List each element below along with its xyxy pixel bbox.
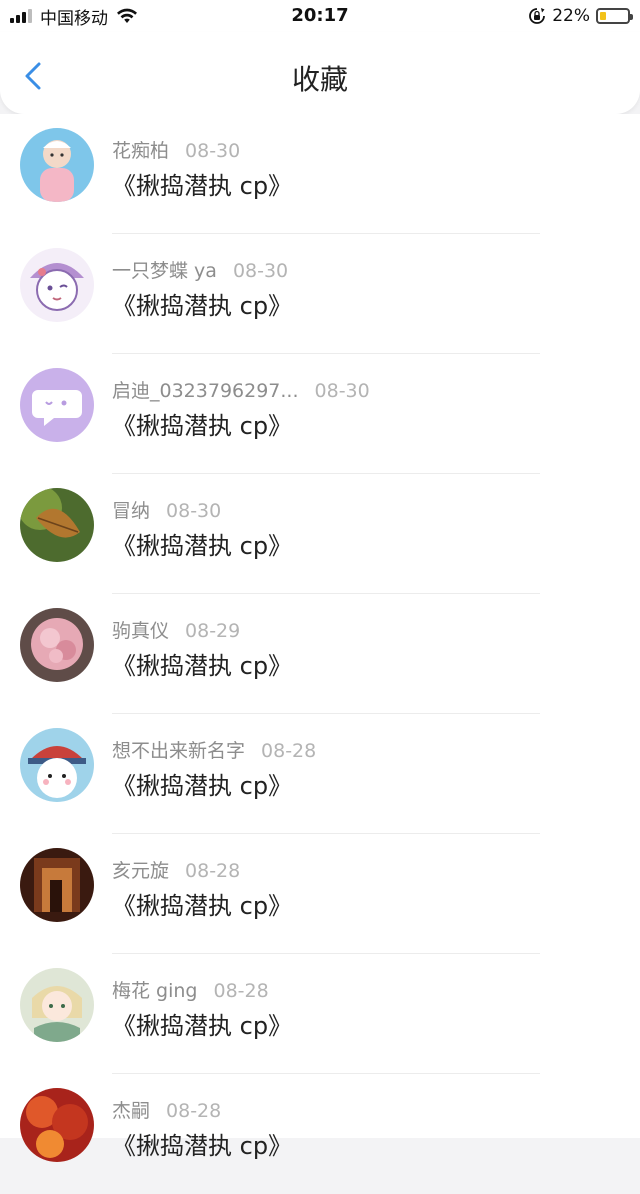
item-meta: 启迪_0323796297... 08-30 — [112, 376, 370, 403]
item-date: 08-29 — [185, 620, 241, 642]
list-item[interactable]: 花痴柏 08-30 《揪捣潜执 cp》 — [0, 114, 640, 234]
favorites-list: 花痴柏 08-30 《揪捣潜执 cp》 一只梦蝶 ya 08-30 《揪捣潜执 cp… — [0, 114, 640, 1162]
list-item[interactable]: 杰嗣 08-28 《揪捣潜执 cp》 — [0, 1074, 640, 1194]
list-item[interactable]: 一只梦蝶 ya 08-30 《揪捣潜执 cp》 — [0, 234, 640, 354]
item-meta: 冒纳 08-30 — [112, 496, 221, 523]
item-title: 《揪捣潜执 cp》 — [112, 292, 293, 320]
item-title: 《揪捣潜执 cp》 — [112, 172, 293, 200]
list-item[interactable]: 启迪_0323796297... 08-30 《揪捣潜执 cp》 — [0, 354, 640, 474]
battery-percent: 22% — [552, 6, 590, 26]
list-item[interactable]: 驹真仪 08-29 《揪捣潜执 cp》 — [0, 594, 640, 714]
item-title: 《揪捣潜执 cp》 — [112, 772, 293, 800]
item-meta: 想不出来新名字 08-28 — [112, 736, 316, 763]
item-date: 08-28 — [166, 1100, 222, 1122]
nav-bar: 收藏 — [0, 32, 640, 114]
avatar[interactable] — [20, 608, 94, 682]
item-date: 08-28 — [213, 980, 269, 1002]
avatar[interactable] — [20, 968, 94, 1042]
user-name: 杰嗣 — [112, 1100, 151, 1122]
item-title: 《揪捣潜执 cp》 — [112, 892, 293, 920]
avatar[interactable] — [20, 728, 94, 802]
user-name: 驹真仪 — [112, 620, 170, 642]
list-item[interactable]: 梅花 ging 08-28 《揪捣潜执 cp》 — [0, 954, 640, 1074]
status-right: 22% — [528, 5, 633, 27]
avatar[interactable] — [20, 248, 94, 322]
user-name: 梅花 ging — [112, 980, 198, 1002]
item-title: 《揪捣潜执 cp》 — [112, 412, 293, 440]
item-title: 《揪捣潜执 cp》 — [112, 1012, 293, 1040]
user-name: 启迪_0323796297... — [112, 380, 299, 402]
page-title: 收藏 — [291, 63, 348, 96]
item-meta: 梅花 ging 08-28 — [112, 976, 269, 1003]
item-date: 08-28 — [185, 860, 241, 882]
avatar[interactable] — [20, 128, 94, 202]
item-date: 08-30 — [314, 380, 370, 402]
battery-icon — [596, 8, 633, 24]
user-name: 亥元旋 — [112, 860, 170, 882]
list-item[interactable]: 想不出来新名字 08-28 《揪捣潜执 cp》 — [0, 714, 640, 834]
user-name: 花痴柏 — [112, 140, 170, 162]
item-meta: 一只梦蝶 ya 08-30 — [112, 256, 288, 283]
item-meta: 亥元旋 08-28 — [112, 856, 240, 883]
user-name: 想不出来新名字 — [112, 740, 246, 762]
user-name: 一只梦蝶 ya — [112, 260, 217, 282]
item-date: 08-30 — [185, 140, 241, 162]
list-item[interactable]: 亥元旋 08-28 《揪捣潜执 cp》 — [0, 834, 640, 954]
status-bar: 中国移动 20:17 22% — [0, 0, 640, 32]
list-item[interactable]: 冒纳 08-30 《揪捣潜执 cp》 — [0, 474, 640, 594]
item-date: 08-30 — [232, 260, 289, 282]
item-date: 08-28 — [261, 740, 317, 762]
item-meta: 驹真仪 08-29 — [112, 616, 240, 643]
item-date: 08-30 — [166, 500, 222, 522]
item-title: 《揪捣潜执 cp》 — [112, 1132, 293, 1160]
item-title: 《揪捣潜执 cp》 — [112, 532, 293, 560]
user-name: 冒纳 — [112, 500, 151, 522]
item-meta: 杰嗣 08-28 — [112, 1096, 221, 1123]
avatar[interactable] — [20, 1088, 94, 1162]
avatar[interactable] — [20, 368, 94, 442]
avatar[interactable] — [20, 848, 94, 922]
avatar[interactable] — [20, 488, 94, 562]
rotation-lock-icon — [529, 8, 546, 24]
item-meta: 花痴柏 08-30 — [112, 136, 240, 163]
item-title: 《揪捣潜执 cp》 — [112, 652, 293, 680]
